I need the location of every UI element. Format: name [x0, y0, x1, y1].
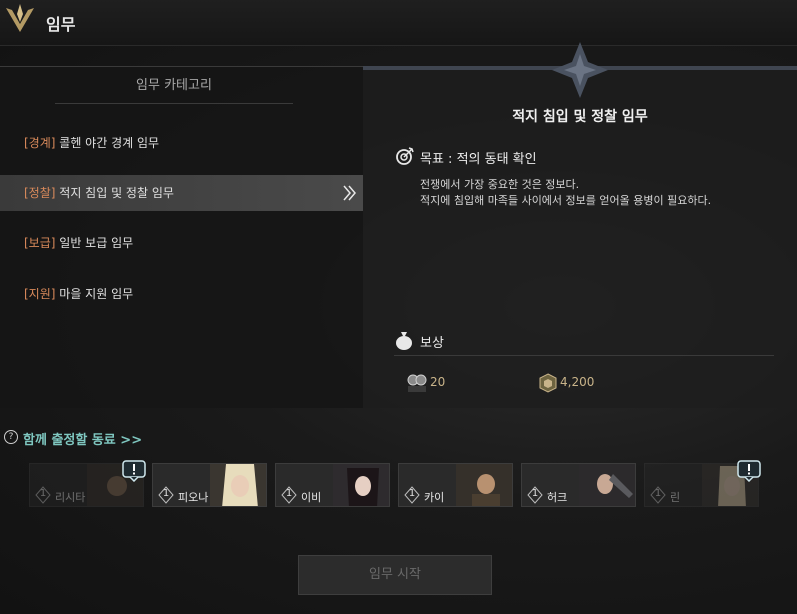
- window-title: 임무: [46, 15, 76, 34]
- quest-item-scout[interactable]: [정찰] 적지 침입 및 정찰 임무: [0, 175, 363, 211]
- reward-label: 보상: [420, 336, 444, 351]
- target-icon: [396, 147, 414, 165]
- portrait: [579, 464, 635, 506]
- alert-icon[interactable]: [737, 460, 761, 482]
- quest-label: 적지 침입 및 정찰 임무: [59, 186, 174, 200]
- companion-name: 리시타: [55, 491, 86, 504]
- quest-description: 전쟁에서 가장 중요한 것은 정보다. 적지에 침입해 마족들 사이에서 정보를…: [420, 177, 711, 209]
- companion-level: 1: [285, 488, 293, 499]
- companion-name: 이비: [301, 491, 322, 504]
- quest-tag: [경계]: [24, 136, 56, 150]
- companion-header[interactable]: 함께 출정할 동료 >>: [23, 429, 142, 448]
- portrait: [456, 464, 512, 506]
- companion-card-hurk[interactable]: 1 허크: [521, 463, 636, 507]
- companion-card-kai[interactable]: 1 카이: [398, 463, 513, 507]
- portrait: [210, 464, 266, 506]
- guild-emblem-icon: [6, 4, 34, 32]
- quest-label: 일반 보급 임무: [59, 236, 134, 250]
- quest-tag: [지원]: [24, 287, 56, 301]
- quest-label: 콜헨 야간 경계 임무: [59, 136, 160, 150]
- description-line: 전쟁에서 가장 중요한 것은 정보다.: [420, 178, 580, 191]
- quest-tag: [정찰]: [24, 186, 56, 200]
- reward-ap-value: 20: [430, 375, 446, 389]
- companion-name: 린: [670, 491, 681, 504]
- reward-silver-value: 4,200: [560, 375, 595, 389]
- title-bar: 임무: [0, 0, 797, 46]
- companion-level: 1: [162, 488, 170, 499]
- description-line: 적지에 침입해 마족들 사이에서 정보를 얻어올 용병이 필요하다.: [420, 194, 712, 207]
- help-icon[interactable]: ?: [4, 430, 18, 444]
- companion-level: 1: [531, 488, 539, 499]
- companion-card-fiona[interactable]: 1 피오나: [152, 463, 267, 507]
- companion-name: 카이: [424, 491, 445, 504]
- quest-title: 적지 침입 및 정찰 임무: [512, 109, 648, 125]
- companion-name: 허크: [547, 491, 568, 504]
- quest-goal: 목표 : 적의 동태 확인: [420, 152, 537, 167]
- quest-tag: [보급]: [24, 236, 56, 250]
- portrait: [333, 464, 389, 506]
- divider: [394, 355, 774, 356]
- alert-icon[interactable]: [122, 460, 146, 482]
- category-header: 임무 카테고리: [55, 76, 293, 104]
- ornament-crest-icon: [552, 42, 608, 98]
- quest-item-support[interactable]: [지원] 마을 지원 임무: [0, 276, 363, 312]
- companion-card-evie[interactable]: 1 이비: [275, 463, 390, 507]
- companion-name: 피오나: [178, 491, 209, 504]
- quest-label: 마을 지원 임무: [59, 287, 134, 301]
- quest-item-supply[interactable]: [보급] 일반 보급 임무: [0, 225, 363, 261]
- quest-item-watch[interactable]: [경계] 콜헨 야간 경계 임무: [0, 125, 363, 161]
- double-chevron-right-icon: [343, 185, 356, 201]
- companion-level: 1: [39, 488, 47, 499]
- pouch-icon: [396, 332, 412, 350]
- ap-icon: [407, 374, 427, 392]
- companion-level: 1: [654, 488, 662, 499]
- companion-level: 1: [408, 488, 416, 499]
- silver-icon: [539, 373, 557, 393]
- start-mission-button[interactable]: 임무 시작: [298, 555, 492, 595]
